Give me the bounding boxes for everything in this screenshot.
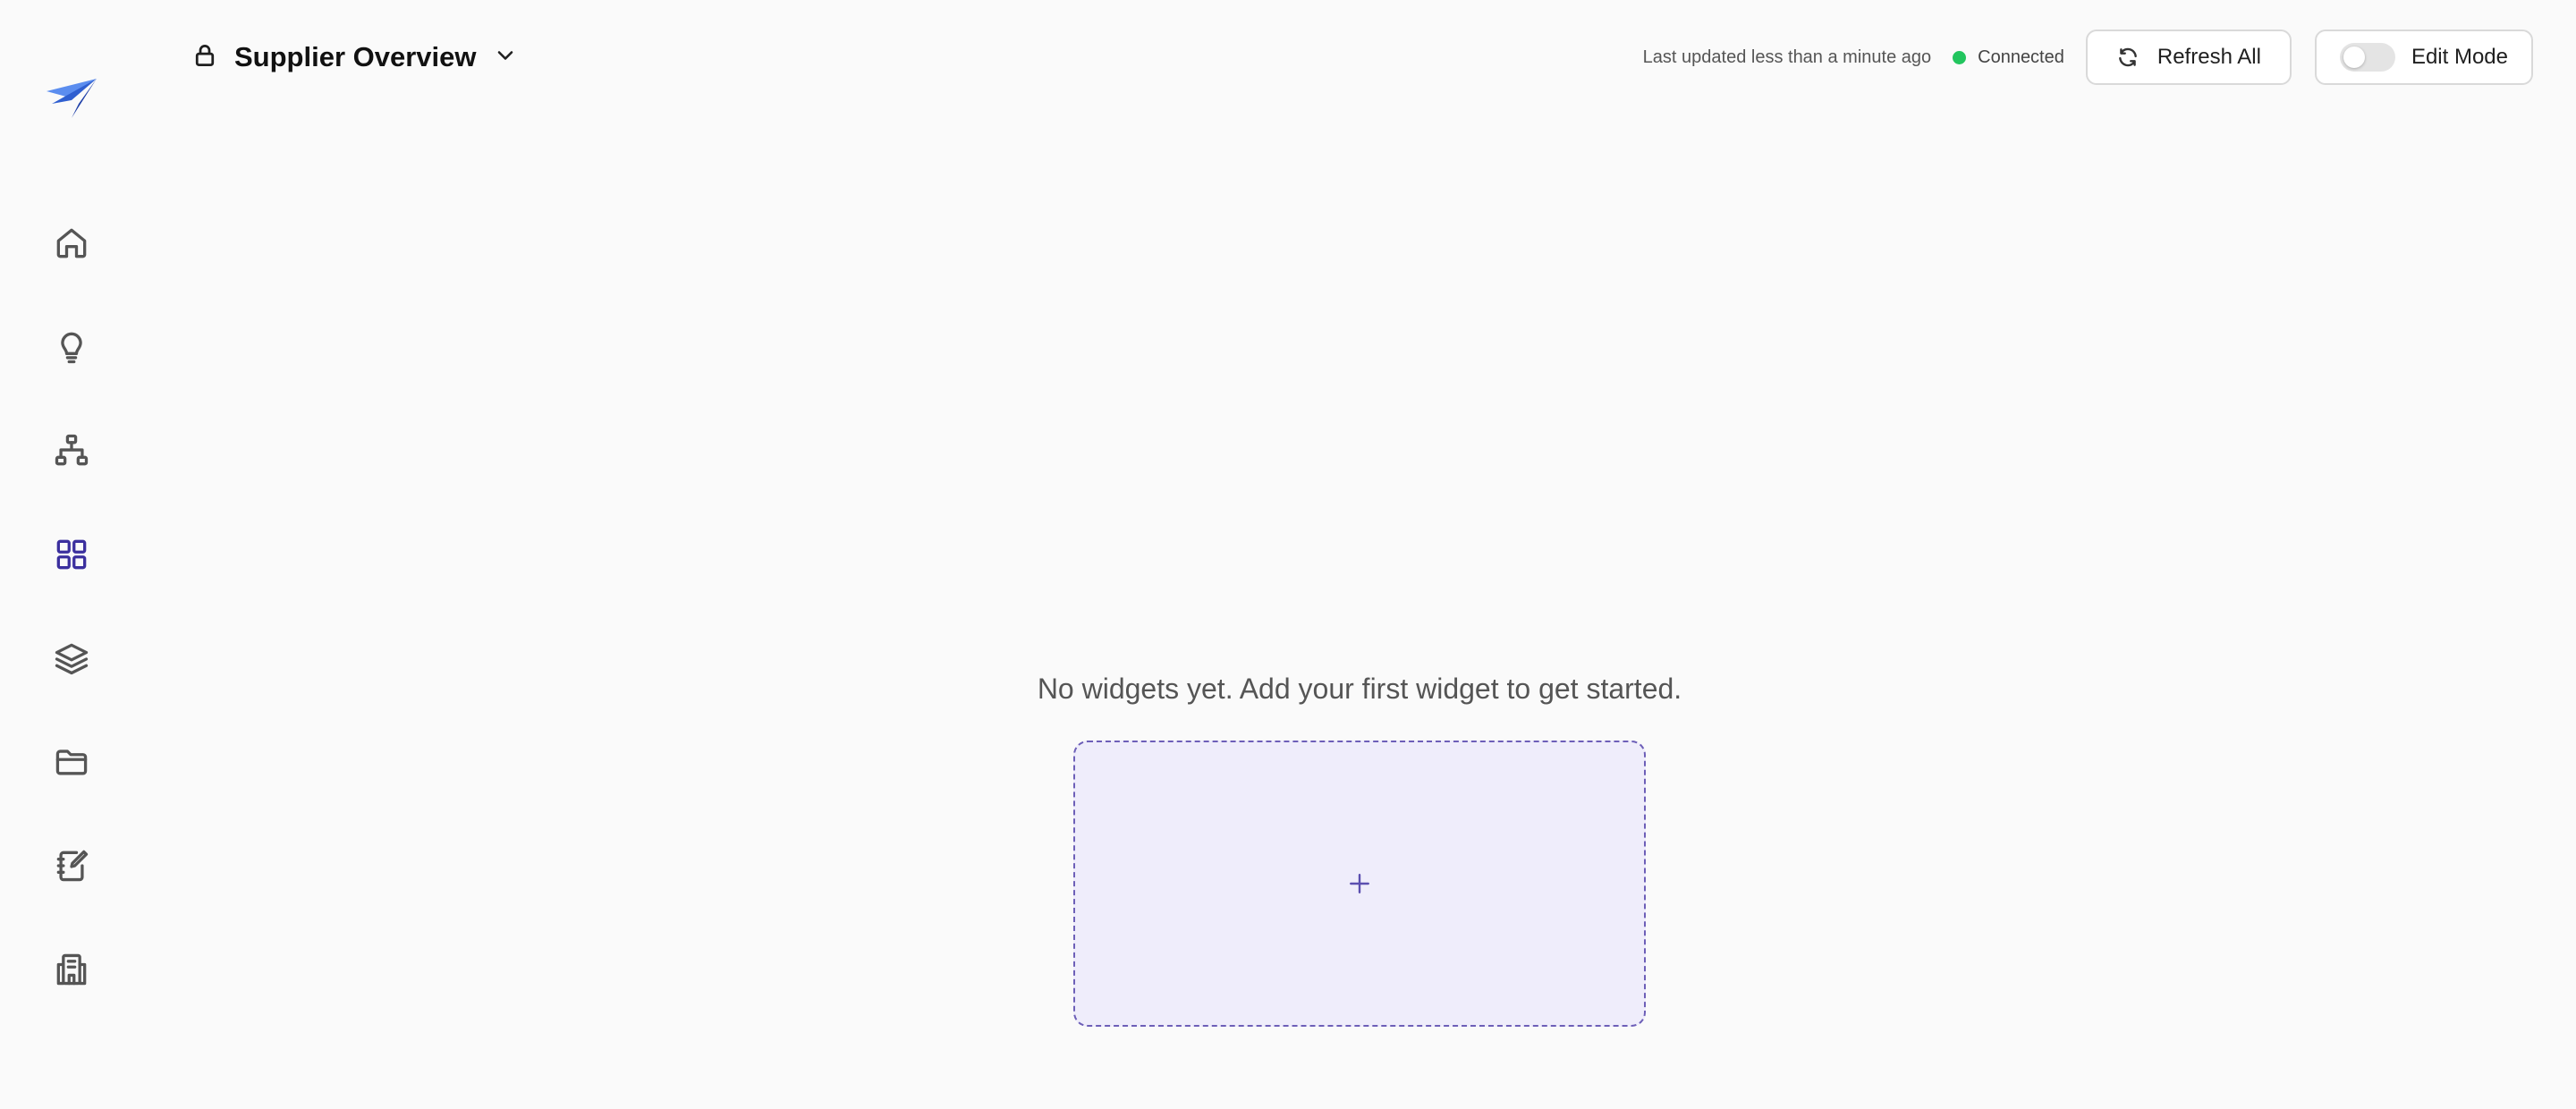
app-logo[interactable] — [45, 77, 98, 120]
lock-icon — [191, 42, 218, 73]
plus-icon — [1350, 874, 1369, 893]
layers-icon — [55, 643, 89, 675]
last-updated-text: Last updated less than a minute ago — [1642, 47, 1932, 67]
edit-mode-label: Edit Mode — [2411, 45, 2508, 69]
refresh-icon — [2116, 46, 2140, 69]
sidebar-item-layers[interactable] — [43, 630, 100, 687]
toggle-knob — [2343, 47, 2365, 68]
edit-mode-toggle[interactable] — [2339, 43, 2395, 72]
empty-state-message: No widgets yet. Add your first widget to… — [1037, 673, 1682, 705]
notebook-edit-icon — [56, 850, 89, 882]
refresh-all-label: Refresh All — [2157, 45, 2261, 69]
logo-icon — [47, 79, 97, 118]
connection-status-dot — [1953, 50, 1967, 64]
sidebar-item-hierarchy[interactable] — [43, 422, 100, 479]
sidebar-item-insights[interactable] — [43, 318, 100, 376]
page-title: Supplier Overview — [234, 41, 477, 72]
sidebar-item-home[interactable] — [43, 215, 100, 272]
sidebar — [0, 0, 143, 1109]
add-widget-button[interactable] — [1073, 741, 1646, 1027]
building-icon — [56, 953, 87, 986]
home-icon — [56, 228, 87, 258]
sidebar-item-organization[interactable] — [43, 941, 100, 998]
grid-icon — [56, 539, 87, 570]
sidebar-item-dashboards[interactable] — [43, 526, 100, 583]
connection-status-text: Connected — [1978, 47, 2064, 67]
edit-mode-button[interactable]: Edit Mode — [2314, 30, 2533, 85]
chevron-down-icon — [493, 43, 518, 72]
folder-icon — [55, 749, 88, 775]
refresh-all-button[interactable]: Refresh All — [2085, 30, 2292, 85]
sidebar-item-notes[interactable] — [43, 837, 100, 894]
header-actions: Last updated less than a minute ago Conn… — [1643, 28, 2533, 87]
lightbulb-icon — [61, 332, 82, 364]
sidebar-item-files[interactable] — [43, 733, 100, 791]
hierarchy-icon — [55, 434, 89, 466]
dashboard-selector[interactable]: Supplier Overview — [191, 36, 518, 79]
